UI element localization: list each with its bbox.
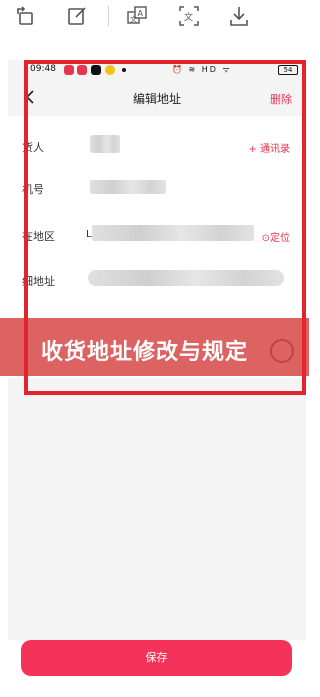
app-notification-icon bbox=[64, 65, 74, 75]
text-recognition-icon[interactable]: 文 bbox=[178, 5, 200, 27]
region-prefix: L bbox=[86, 229, 92, 240]
region-value-redacted bbox=[92, 225, 254, 241]
banner-title: 收货地址修改与规定 bbox=[41, 340, 249, 365]
svg-text:A: A bbox=[138, 9, 144, 18]
region-row[interactable]: 在地区 L ⊙定位 bbox=[8, 221, 306, 251]
app-notification-icon bbox=[77, 65, 87, 75]
detail-address-label: 细地址 bbox=[22, 275, 55, 288]
recipient-row[interactable]: 货人 + 通讯录 bbox=[8, 132, 306, 162]
locate-link[interactable]: ⊙定位 bbox=[262, 229, 290, 244]
status-time: 09:48 bbox=[30, 64, 56, 74]
nav-bar: 编辑地址 删除 bbox=[8, 84, 306, 112]
save-button[interactable]: 保存 bbox=[21, 640, 292, 676]
svg-text:文: 文 bbox=[130, 15, 137, 24]
download-icon[interactable] bbox=[228, 5, 250, 27]
detail-address-row[interactable]: 细地址 bbox=[8, 266, 306, 296]
phone-label: 机号 bbox=[22, 183, 44, 196]
phone-row[interactable]: 机号 bbox=[8, 174, 306, 204]
detail-address-value-redacted bbox=[88, 270, 284, 286]
edit-icon[interactable] bbox=[66, 5, 88, 27]
translate-icon[interactable]: A 文 bbox=[126, 5, 148, 27]
region-label: 在地区 bbox=[22, 230, 55, 243]
phone-value-redacted bbox=[90, 180, 166, 194]
page-title: 编辑地址 bbox=[132, 92, 181, 106]
contacts-link[interactable]: + 通讯录 bbox=[248, 140, 290, 155]
toolbar-divider bbox=[108, 6, 109, 26]
battery-icon: 54 bbox=[278, 65, 298, 75]
rotate-icon[interactable] bbox=[14, 5, 36, 27]
svg-text:文: 文 bbox=[184, 11, 193, 23]
app-notification-icon bbox=[105, 65, 115, 75]
status-bar: 09:48 ⏰ ≋ HD ᯤ 54 bbox=[26, 62, 302, 78]
delete-button[interactable]: 删除 bbox=[270, 91, 292, 107]
recipient-value-redacted bbox=[90, 135, 120, 153]
status-indicators: ⏰ ≋ HD ᯤ bbox=[172, 65, 232, 74]
tiktok-icon bbox=[91, 65, 101, 75]
dot-indicator-icon bbox=[122, 68, 126, 72]
recipient-label: 货人 bbox=[22, 141, 44, 154]
image-toolbar: A 文 文 bbox=[0, 0, 309, 36]
